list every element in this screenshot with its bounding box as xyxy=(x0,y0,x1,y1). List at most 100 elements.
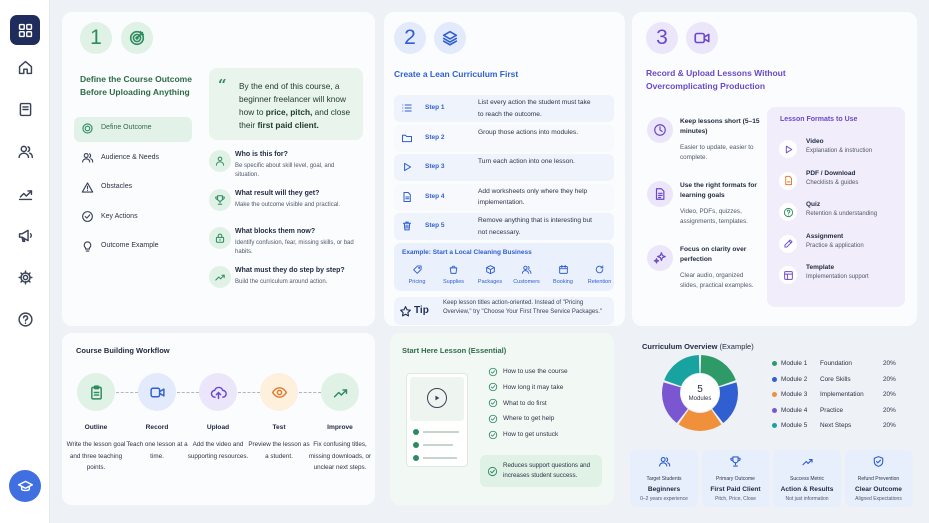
trophy-icon xyxy=(209,188,231,211)
legend-swatch xyxy=(772,423,777,428)
legend-module: Module 2 xyxy=(781,375,808,383)
start-here-note: Reduces support questions and increases … xyxy=(503,462,591,479)
quote-icon: “ xyxy=(218,76,227,94)
step-text: List every action the student must take … xyxy=(478,99,591,118)
point-text: Clear audio, organized slides, practical… xyxy=(680,272,754,289)
trend-icon xyxy=(800,454,814,468)
lesson-formats-panel: Lesson Formats to Use Video Explanation &… xyxy=(767,107,905,307)
legend-topic: Implementation xyxy=(820,391,864,398)
outcome-quote-box: “ By the end of this course, a beginner … xyxy=(209,68,363,140)
quiz-icon xyxy=(779,203,797,221)
sidebar-item-label[interactable]: Outcome Example xyxy=(101,241,159,251)
tip-box: Tip Keep lesson titles action-oriented. … xyxy=(394,297,614,325)
stat-label: Refund Prevention xyxy=(857,476,900,482)
graduation-cap-icon[interactable] xyxy=(9,470,41,502)
point-title: Focus on clarity over perfection xyxy=(680,246,747,263)
question-title: What blocks them now? xyxy=(235,228,316,235)
chart-subtitle: (Example) xyxy=(719,342,754,351)
megaphone-icon[interactable] xyxy=(10,220,40,250)
legend-value: 20% xyxy=(883,360,896,367)
pricing-icon xyxy=(410,262,424,276)
step-text: Add worksheets only where they help impl… xyxy=(478,187,588,207)
question-title: What must they do step by step? xyxy=(235,266,345,274)
step-text: Remove anything that is interesting but … xyxy=(478,217,592,236)
document-icon xyxy=(400,190,414,204)
target-icon xyxy=(121,22,153,54)
stat-sub: 0–2 years experience xyxy=(640,496,688,502)
retention-icon xyxy=(593,262,607,276)
list-icon xyxy=(400,101,414,115)
stat-label: Primary Outcome xyxy=(716,476,755,482)
tip-label: Tip xyxy=(414,305,429,316)
target-icon xyxy=(80,121,94,135)
legend-module: Module 5 xyxy=(781,422,808,429)
stat-sub: Aligned Expectations xyxy=(855,496,902,502)
format-name: Assignment xyxy=(806,232,844,240)
sidebar-item-label[interactable]: Obstacles xyxy=(101,182,132,192)
donut-slice-3[interactable] xyxy=(678,409,722,431)
gear-icon[interactable] xyxy=(10,262,40,292)
workflow-step-desc: Add the video and supporting resources. xyxy=(187,441,249,460)
shield-check-icon xyxy=(872,454,886,468)
chart-title-row: Curriculum Overview (Example) xyxy=(642,342,754,351)
trend-icon xyxy=(209,265,231,288)
legend-topic: Foundation xyxy=(820,360,852,367)
checklist-item: How long it may take xyxy=(503,383,564,391)
example-item-label[interactable]: Retention xyxy=(583,278,617,287)
start-here-note-box: Reduces support questions and increases … xyxy=(480,455,602,487)
check-circle-icon xyxy=(487,398,498,409)
example-item-label[interactable]: Packages xyxy=(473,278,507,287)
trash-icon xyxy=(400,219,414,233)
stat-value: Action & Results xyxy=(780,486,834,493)
lesson-mockup xyxy=(406,373,468,467)
chart-icon[interactable] xyxy=(10,178,40,208)
format-desc: Explanation & instruction xyxy=(806,148,873,154)
example-item-label[interactable]: Pricing xyxy=(400,278,434,287)
video-camera-icon xyxy=(686,22,718,54)
step-number: 3 xyxy=(646,22,678,54)
sidebar-item-label[interactable]: Define Outcome xyxy=(101,123,152,133)
format-desc: Practice & application xyxy=(806,242,864,249)
legend-swatch xyxy=(772,407,777,413)
example-item-label[interactable]: Booking xyxy=(546,278,580,287)
legend-value: 20% xyxy=(883,391,896,398)
clipboard-icon xyxy=(77,373,115,411)
example-item-label[interactable]: Supplies xyxy=(437,278,471,287)
step-label: Step 5 xyxy=(425,222,445,229)
stat-value: Clear Outcome xyxy=(855,486,902,493)
sidebar-item-label[interactable]: Audience & Needs xyxy=(101,153,159,163)
warning-icon xyxy=(80,180,94,194)
stat-value: First Paid Client xyxy=(710,486,761,493)
workflow-step-name: Outline xyxy=(84,424,108,431)
checklist-item: How to get unstuck xyxy=(503,431,559,439)
workflow-card: Course Building Workflow Outline Write th… xyxy=(62,333,375,505)
book-icon[interactable] xyxy=(10,94,40,124)
example-box: Example: Start a Local Cleaning Business… xyxy=(394,243,614,291)
sparkle-icon xyxy=(647,245,673,271)
layers-icon xyxy=(434,22,466,54)
step3-title: Record & Upload Lessons Without Overcomp… xyxy=(646,68,786,91)
workflow-step-desc: Teach one lesson at a time. xyxy=(126,441,188,460)
workflow-connector xyxy=(177,392,199,393)
check-circle-icon xyxy=(487,429,498,440)
trend-up-icon xyxy=(321,373,359,411)
format-name: Template xyxy=(806,264,835,271)
play-icon xyxy=(400,160,414,174)
formats-title: Lesson Formats to Use xyxy=(780,116,858,123)
users-icon xyxy=(80,151,94,165)
workflow-connector xyxy=(238,392,260,393)
point-title: Keep lessons short (5–15 minutes) xyxy=(680,118,760,135)
check-circle-icon xyxy=(487,366,498,377)
step-label: Step 3 xyxy=(425,163,445,170)
users-icon[interactable] xyxy=(10,136,40,166)
example-item-label[interactable]: Customers xyxy=(510,278,544,287)
stat-value: Beginners xyxy=(647,486,681,493)
customers-icon xyxy=(520,262,534,276)
legend-swatch xyxy=(772,376,777,382)
sidebar-item-label[interactable]: Key Actions xyxy=(101,212,138,222)
play-icon[interactable] xyxy=(427,388,447,408)
home-icon[interactable] xyxy=(10,52,40,82)
grid-icon[interactable] xyxy=(10,15,40,45)
help-icon[interactable] xyxy=(10,304,40,334)
step-label: Step 1 xyxy=(425,104,445,111)
